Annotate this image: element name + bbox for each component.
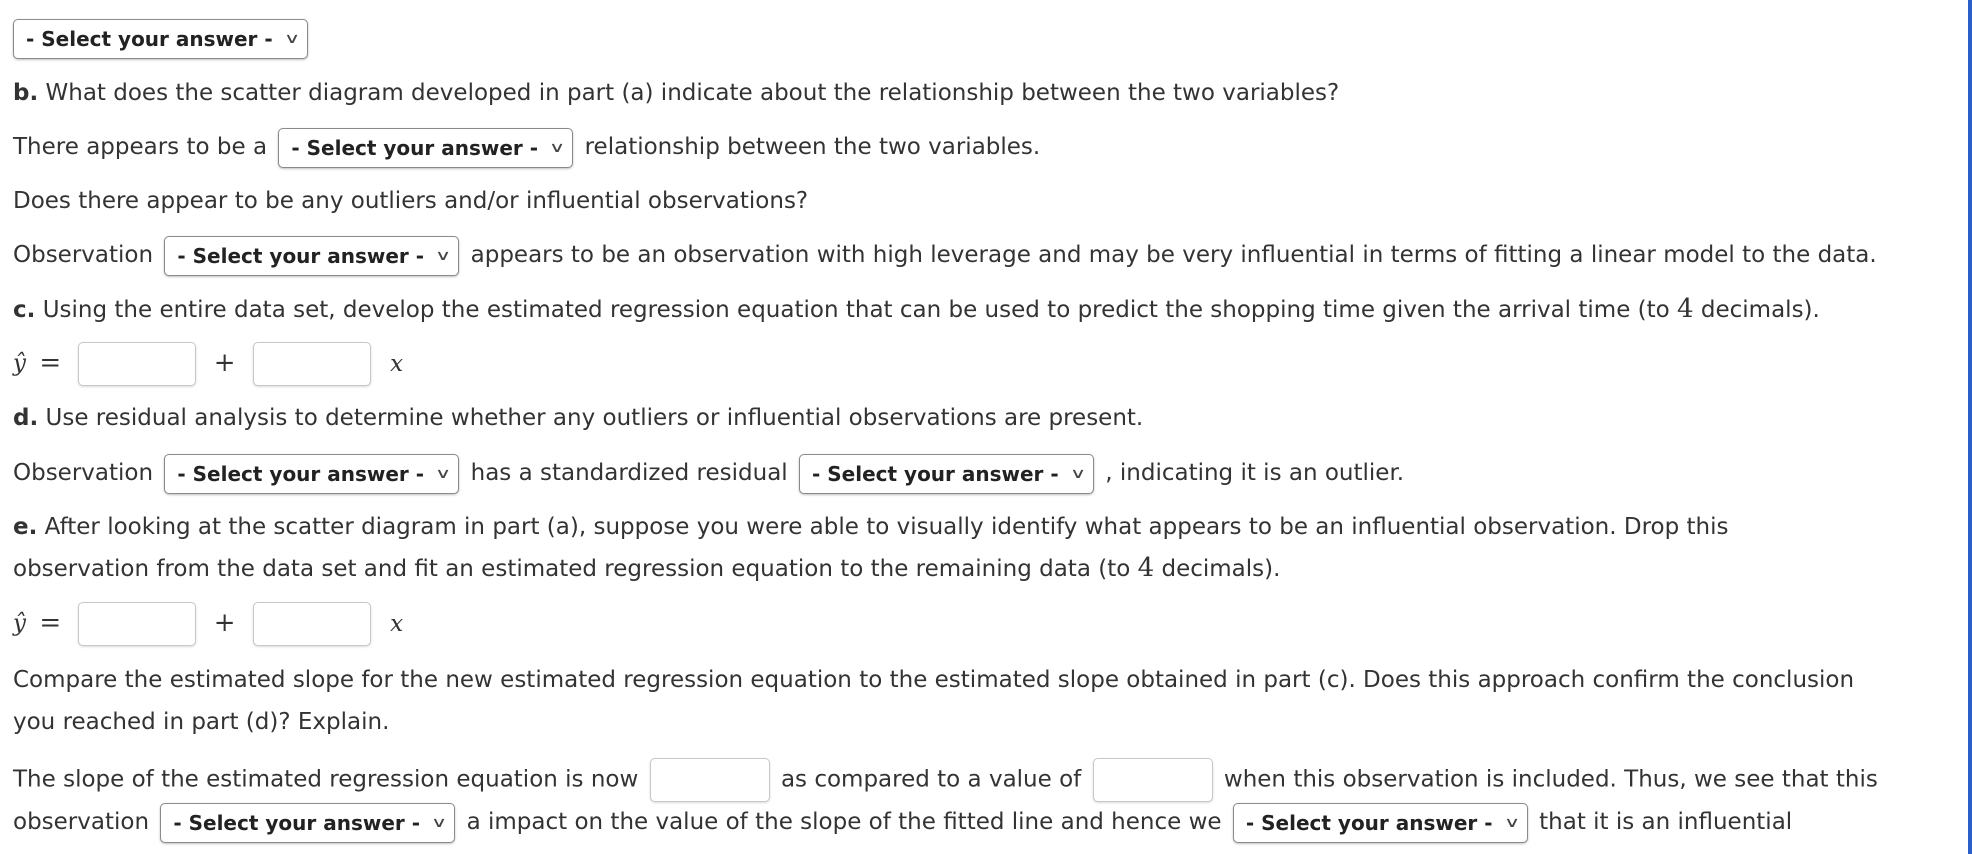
part-a-row: - Select your answer - ∨ <box>9 18 312 59</box>
question-text: Use residual analysis to determine wheth… <box>45 405 1144 431</box>
part-c-equation: ŷ = + x <box>13 342 403 386</box>
old-slope-input[interactable] <box>1092 758 1213 802</box>
text: as compared to a value of <box>780 766 1082 793</box>
slope-compare-row: The slope of the estimated regression eq… <box>13 758 1878 802</box>
leverage-observation-select[interactable]: - Select your answer - ∨ <box>164 235 460 276</box>
part-e-question-line1: e. After looking at the scatter diagram … <box>13 507 1729 547</box>
part-label: b. <box>13 80 39 106</box>
impact-select[interactable]: - Select your answer - ∨ <box>160 802 456 843</box>
intercept-input-c[interactable] <box>78 342 197 386</box>
decimals-number: 4 <box>1137 553 1155 583</box>
select-label: - Select your answer - <box>177 243 425 268</box>
compare-line1: Compare the estimated slope for the new … <box>13 660 1854 700</box>
impact-row: observation - Select your answer - ∨ a i… <box>13 802 1792 843</box>
text: The slope of the estimated regression eq… <box>13 766 639 793</box>
select-label: - Select your answer - <box>291 135 539 160</box>
text: observation <box>13 809 150 835</box>
chevron-down-icon: ∨ <box>434 247 452 264</box>
new-slope-input[interactable] <box>649 758 770 802</box>
question-text: Does there appear to be any outliers and… <box>13 188 809 214</box>
residual-row: Observation - Select your answer - ∨ has… <box>13 453 1404 494</box>
text: Observation <box>13 460 154 486</box>
leverage-row: Observation - Select your answer - ∨ app… <box>13 235 1877 276</box>
slope-input-c[interactable] <box>252 342 371 386</box>
select-label: - Select your answer - <box>177 461 425 486</box>
outlier-observation-select[interactable]: - Select your answer - ∨ <box>164 453 460 494</box>
chevron-down-icon: ∨ <box>434 465 452 482</box>
question-text: decimals). <box>1700 297 1820 323</box>
chevron-down-icon: ∨ <box>283 30 301 47</box>
select-label: - Select your answer - <box>1245 810 1493 835</box>
relationship-row: There appears to be a - Select your answ… <box>13 127 1040 168</box>
scrollbar-edge <box>1968 0 1972 854</box>
text: that it is an influential <box>1539 809 1793 835</box>
text: There appears to be a <box>13 134 268 160</box>
equals-sign: = <box>39 347 62 378</box>
equals-sign: = <box>39 607 62 638</box>
question-text: After looking at the scatter diagram in … <box>44 514 1729 540</box>
x-symbol: x <box>390 350 404 377</box>
y-hat-symbol: ŷ <box>13 350 26 377</box>
text: appears to be an observation with high l… <box>470 242 1877 268</box>
relationship-select[interactable]: - Select your answer - ∨ <box>278 127 574 168</box>
intercept-input-e[interactable] <box>78 602 197 646</box>
question-text: Compare the estimated slope for the new … <box>13 667 1855 693</box>
select-label: - Select your answer - <box>173 810 421 835</box>
chevron-down-icon: ∨ <box>1069 465 1087 482</box>
text: when this observation is included. Thus,… <box>1223 766 1878 793</box>
chevron-down-icon: ∨ <box>1503 814 1520 831</box>
question-text: decimals). <box>1161 556 1281 582</box>
decimals-number: 4 <box>1677 294 1694 324</box>
question-text: you reached in part (d)? Explain. <box>13 709 390 735</box>
part-label: c. <box>13 297 36 323</box>
part-d-question: d. Use residual analysis to determine wh… <box>13 398 1143 438</box>
part-e-equation: ŷ = + x <box>13 602 403 646</box>
standardized-residual-select[interactable]: - Select your answer - ∨ <box>799 453 1094 494</box>
text: a impact on the value of the slope of th… <box>466 809 1222 835</box>
question-text: observation from the data set and fit an… <box>13 556 1131 582</box>
conclusion-select[interactable]: - Select your answer - ∨ <box>1232 802 1528 843</box>
question-text: What does the scatter diagram developed … <box>45 80 1340 106</box>
y-hat-symbol: ŷ <box>13 610 26 637</box>
slope-input-e[interactable] <box>252 602 371 646</box>
part-b-question: b. What does the scatter diagram develop… <box>13 73 1339 113</box>
outlier-question: Does there appear to be any outliers and… <box>13 181 808 221</box>
text: relationship between the two variables. <box>584 134 1041 160</box>
select-label: - Select your answer - <box>26 26 273 51</box>
text: has a standardized residual <box>470 460 788 486</box>
text: , indicating it is an outlier. <box>1105 460 1405 486</box>
part-e-question-line2: observation from the data set and fit an… <box>13 548 1280 589</box>
text: Observation <box>13 242 154 268</box>
plus-sign: + <box>213 607 236 638</box>
compare-line2: you reached in part (d)? Explain. <box>13 702 389 742</box>
chevron-down-icon: ∨ <box>548 139 566 156</box>
question-text: Using the entire data set, develop the e… <box>42 297 1670 323</box>
plus-sign: + <box>213 347 236 378</box>
part-c-question: c. Using the entire data set, develop th… <box>13 289 1820 330</box>
part-label: d. <box>13 405 39 431</box>
chevron-down-icon: ∨ <box>430 814 448 831</box>
select-label: - Select your answer - <box>812 461 1059 486</box>
part-label: e. <box>13 514 38 540</box>
x-symbol: x <box>390 610 404 637</box>
part-a-answer-select[interactable]: - Select your answer - ∨ <box>13 18 308 59</box>
